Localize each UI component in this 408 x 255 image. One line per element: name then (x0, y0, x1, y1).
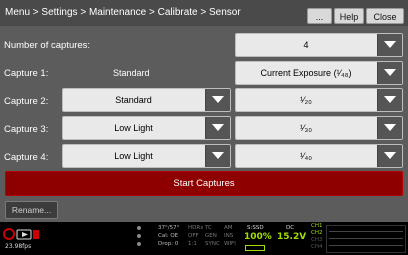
title-bar: Menu > Settings > Maintenance > Calibrat… (0, 0, 408, 26)
tc-label: TC (205, 225, 212, 231)
channel-3-label: CH3 (311, 237, 323, 243)
cal-readout: Cal: OE (158, 233, 179, 239)
capture-4-exposure-value: ¹⁄₄₀ (300, 151, 312, 161)
rename-button[interactable]: Rename... (5, 201, 58, 219)
num-captures-label: Number of captures: (4, 40, 91, 51)
capture-2-label: Capture 2: (4, 96, 49, 107)
capture-2-exposure-dropdown[interactable]: ¹⁄₂₀ (235, 88, 403, 112)
capture-2-type-dropdown[interactable]: Standard (62, 88, 231, 112)
hdrx-label: HDRx (188, 225, 204, 231)
capture-4-type-value: Low Light (114, 151, 153, 161)
chevron-down-icon[interactable] (377, 62, 402, 84)
channel-4-label: CH4 (311, 244, 323, 250)
chevron-down-icon[interactable] (205, 89, 230, 111)
capture-4-label: Capture 4: (4, 152, 49, 163)
capture-1-type: Standard (113, 68, 150, 78)
capture-3-label: Capture 3: (4, 124, 49, 135)
start-captures-button[interactable]: Start Captures (5, 171, 403, 196)
chevron-down-icon[interactable] (377, 34, 402, 56)
capture-1-exposure-value: Current Exposure (¹⁄₄₈) (260, 68, 352, 78)
capture-2-type-value: Standard (115, 95, 152, 105)
capture-3-exposure-value: ¹⁄₃₀ (300, 123, 312, 133)
breadcrumb: Menu > Settings > Maintenance > Calibrat… (5, 7, 241, 18)
capture-3-type-dropdown[interactable]: Low Light (62, 116, 231, 140)
capture-2-exposure-value: ¹⁄₂₀ (300, 95, 312, 105)
status-indicator-dots (137, 225, 143, 252)
more-button[interactable]: ... (307, 8, 332, 24)
ssd-value: 100% (244, 232, 272, 242)
sensor-calibration-window: Menu > Settings > Maintenance > Calibrat… (0, 0, 408, 222)
am-label: AM (224, 225, 233, 231)
audio-meter (326, 225, 406, 253)
capture-4-type-dropdown[interactable]: Low Light (62, 144, 231, 168)
dc-value: 15.2V (277, 232, 307, 242)
ratio-value: 1:1 (188, 241, 197, 247)
capture-1-exposure-dropdown[interactable]: Current Exposure (¹⁄₄₈) (235, 61, 403, 85)
sync-label: SYNC (205, 241, 220, 247)
drop-readout: Drop: 0 (158, 241, 179, 247)
capture-3-exposure-dropdown[interactable]: ¹⁄₃₀ (235, 116, 403, 140)
chevron-down-icon[interactable] (205, 117, 230, 139)
temp-readout: 37°/57° (158, 225, 180, 231)
wifi-label: WIFI (224, 241, 236, 247)
close-button[interactable]: Close (366, 8, 404, 24)
ins-label: INS (224, 233, 234, 239)
chevron-down-icon[interactable] (377, 117, 402, 139)
num-captures-value: 4 (303, 40, 309, 50)
record-icon (3, 228, 39, 240)
fps-readout: 23.98fps (5, 243, 32, 250)
channel-2-label: CH2 (311, 230, 323, 236)
chevron-down-icon[interactable] (377, 89, 402, 111)
num-captures-dropdown[interactable]: 4 (235, 33, 403, 57)
gen-label: GEN (205, 233, 217, 239)
ssd-label: S:SSD (247, 225, 264, 231)
capture-4-exposure-dropdown[interactable]: ¹⁄₄₀ (235, 144, 403, 168)
chevron-down-icon[interactable] (205, 145, 230, 167)
media-icon (245, 245, 265, 251)
capture-1-label: Capture 1: (4, 68, 49, 79)
capture-3-type-value: Low Light (114, 123, 153, 133)
dc-label: DC (286, 225, 295, 231)
chevron-down-icon[interactable] (377, 145, 402, 167)
channel-1-label: CH1 (311, 223, 323, 229)
hdrx-value: OFF (188, 233, 199, 239)
help-button[interactable]: Help (334, 8, 364, 24)
